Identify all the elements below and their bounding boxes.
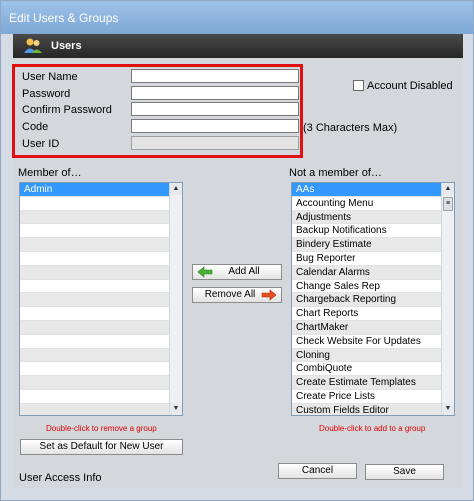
empty-row — [20, 403, 182, 415]
add-all-button[interactable]: Add All — [192, 264, 282, 280]
empty-row — [20, 197, 182, 211]
list-item[interactable]: Accounting Menu — [292, 197, 454, 211]
code-hint: (3 Characters Max) — [303, 122, 398, 134]
scroll-up-icon[interactable]: ▲ — [170, 183, 182, 195]
list-item[interactable]: Backup Notifications — [292, 224, 454, 239]
account-disabled-checkbox[interactable] — [353, 80, 364, 91]
credentials-highlight-box — [12, 64, 303, 158]
empty-row — [20, 265, 182, 280]
member-of-list[interactable]: Admin ▲ ▼ — [19, 182, 183, 416]
not-member-of-hint: Double-click to add to a group — [319, 424, 426, 433]
list-item[interactable]: Chart Reports — [292, 307, 454, 321]
empty-row — [20, 280, 182, 294]
arrow-right-icon — [261, 289, 277, 301]
list-item[interactable]: ChartMaker — [292, 320, 454, 335]
list-item[interactable]: Cloning — [292, 348, 454, 363]
scroll-down-icon[interactable]: ▼ — [442, 403, 454, 415]
scroll-up-icon[interactable]: ▲ — [442, 183, 454, 195]
list-item[interactable]: Check Website For Updates — [292, 335, 454, 349]
empty-row — [20, 238, 182, 252]
member-of-hint: Double-click to remove a group — [46, 424, 157, 433]
user-access-info-label: User Access Info — [19, 472, 102, 484]
list-item[interactable]: Custom Fields Editor — [292, 403, 454, 415]
section-header: Users — [13, 34, 463, 58]
add-all-label: Add All — [228, 266, 260, 277]
remove-all-label: Remove All — [204, 289, 256, 300]
remove-all-button[interactable]: Remove All — [192, 287, 282, 303]
empty-row — [20, 210, 182, 225]
list-item[interactable]: AAs — [292, 183, 454, 197]
not-member-of-list[interactable]: AAs Accounting Menu Adjustments Backup Noti… — [291, 182, 455, 416]
edit-users-groups-window: Edit Users & Groups Users User Name Pass… — [0, 0, 474, 501]
set-default-button[interactable]: Set as Default for New User — [20, 439, 183, 455]
cancel-button[interactable]: Cancel — [278, 463, 357, 479]
empty-row — [20, 376, 182, 390]
member-of-label: Member of… — [18, 167, 82, 179]
empty-row — [20, 252, 182, 266]
empty-row — [20, 307, 182, 321]
empty-row — [20, 390, 182, 404]
list-item[interactable]: Calendar Alarms — [292, 265, 454, 280]
list-item[interactable]: Create Price Lists — [292, 390, 454, 404]
not-member-of-scrollbar[interactable]: ▲ ≡ ▼ — [441, 183, 454, 415]
empty-row — [20, 293, 182, 308]
list-item[interactable]: Adjustments — [292, 210, 454, 225]
section-title: Users — [51, 40, 82, 52]
list-item[interactable]: Create Estimate Templates — [292, 376, 454, 390]
scroll-thumb[interactable]: ≡ — [443, 197, 453, 211]
empty-row — [20, 348, 182, 363]
save-button[interactable]: Save — [365, 464, 444, 480]
users-icon — [24, 38, 42, 53]
list-item[interactable]: CombiQuote — [292, 362, 454, 377]
scroll-down-icon[interactable]: ▼ — [170, 403, 182, 415]
empty-row — [20, 320, 182, 335]
arrow-left-icon — [197, 266, 213, 278]
member-of-scrollbar[interactable]: ▲ ▼ — [169, 183, 182, 415]
empty-row — [20, 335, 182, 349]
list-item[interactable]: Change Sales Rep — [292, 280, 454, 294]
list-item[interactable]: Bindery Estimate — [292, 238, 454, 252]
list-item[interactable]: Bug Reporter — [292, 252, 454, 266]
empty-row — [20, 362, 182, 377]
not-member-of-label: Not a member of… — [289, 167, 382, 179]
list-item[interactable]: Admin — [20, 183, 182, 197]
empty-row — [20, 224, 182, 239]
account-disabled-label: Account Disabled — [367, 80, 453, 92]
window-title: Edit Users & Groups — [9, 11, 119, 25]
title-bar: Edit Users & Groups — [1, 1, 473, 34]
list-item[interactable]: Chargeback Reporting — [292, 293, 454, 308]
